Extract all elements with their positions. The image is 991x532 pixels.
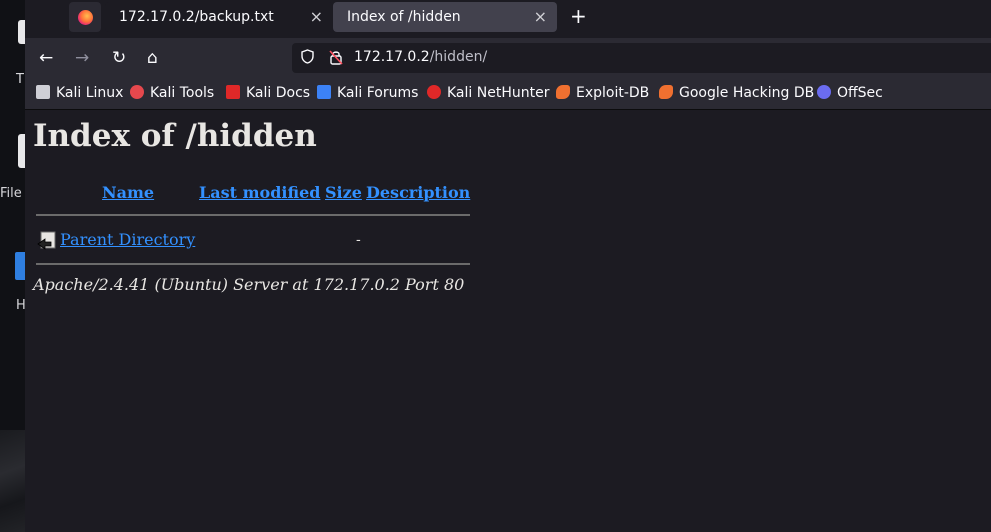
column-last-modified-header[interactable]: Last modified xyxy=(199,183,320,202)
desktop-label-trash: T xyxy=(16,72,24,87)
tab-backup-txt[interactable]: 172.17.0.2/backup.txt × xyxy=(105,2,333,32)
bookmark-kali-docs[interactable]: Kali Docs xyxy=(226,85,310,101)
nethunter-icon xyxy=(427,85,441,99)
bookmark-offsec[interactable]: OffSec xyxy=(817,85,883,101)
close-icon[interactable]: × xyxy=(534,7,547,26)
bookmark-label: Kali Linux xyxy=(56,85,124,101)
browser-window: 172.17.0.2/backup.txt × Index of /hidden… xyxy=(25,0,991,532)
insecure-lock-icon[interactable] xyxy=(329,49,343,65)
close-icon[interactable]: × xyxy=(310,7,323,26)
column-description-header[interactable]: Description xyxy=(366,183,470,202)
bookmark-label: Kali Tools xyxy=(150,85,215,101)
bookmark-label: Kali Docs xyxy=(246,85,311,101)
bookmark-exploit-db[interactable]: Exploit-DB xyxy=(556,85,649,101)
bookmark-google-hacking-db[interactable]: Google Hacking DB xyxy=(659,85,814,101)
bookmark-label: OffSec xyxy=(837,85,883,101)
tab-label: 172.17.0.2/backup.txt xyxy=(119,9,274,25)
page-content: Index of /hidden Name Last modified Size… xyxy=(25,110,991,532)
wallpaper-dragon xyxy=(0,430,25,532)
kali-dragon-icon xyxy=(36,85,50,99)
bookmark-kali-linux[interactable]: Kali Linux xyxy=(36,85,123,101)
table-divider xyxy=(36,263,470,265)
page-title: Index of /hidden xyxy=(33,118,317,154)
bookmarks-toolbar: Kali Linux Kali Tools Kali Docs Kali For… xyxy=(25,78,991,110)
exploit-db-icon xyxy=(556,85,570,99)
address-bar[interactable]: 172.17.0.2/hidden/ xyxy=(292,43,991,73)
column-name-header[interactable]: Name xyxy=(102,183,154,202)
firefox-view-button[interactable] xyxy=(69,2,101,32)
desktop-strip: T File H xyxy=(0,0,26,532)
parent-size-value: - xyxy=(356,232,361,248)
bookmark-label: Exploit-DB xyxy=(576,85,650,101)
url-host: 172.17.0.2 xyxy=(354,49,430,65)
bookmark-label: Google Hacking DB xyxy=(679,85,815,101)
bookmark-label: Kali Forums xyxy=(337,85,419,101)
parent-directory-icon xyxy=(37,231,56,250)
bookmark-label: Kali NetHunter xyxy=(447,85,550,101)
bookmark-kali-nethunter[interactable]: Kali NetHunter xyxy=(427,85,549,101)
tracking-shield-icon[interactable] xyxy=(301,49,314,64)
back-button[interactable]: ← xyxy=(39,48,53,68)
kali-forums-icon xyxy=(317,85,331,99)
bookmark-kali-tools[interactable]: Kali Tools xyxy=(130,85,214,101)
forward-button[interactable]: → xyxy=(75,48,89,68)
kali-docs-icon xyxy=(226,85,240,99)
offsec-icon xyxy=(817,85,831,99)
table-divider xyxy=(36,214,470,216)
tab-bar: 172.17.0.2/backup.txt × Index of /hidden… xyxy=(25,0,991,38)
firefox-icon xyxy=(78,10,93,25)
ghdb-icon xyxy=(659,85,673,99)
desktop-label-file-system: File xyxy=(0,186,22,201)
column-size-header[interactable]: Size xyxy=(325,183,362,202)
tab-label: Index of /hidden xyxy=(347,9,461,25)
file-system-icon[interactable] xyxy=(18,134,25,168)
new-tab-button[interactable]: + xyxy=(570,4,587,28)
server-signature: Apache/2.4.41 (Ubuntu) Server at 172.17.… xyxy=(33,275,465,294)
tab-index-hidden[interactable]: Index of /hidden × xyxy=(333,2,557,32)
reload-button[interactable]: ↻ xyxy=(112,48,126,68)
trash-icon[interactable] xyxy=(18,20,25,44)
url-path: /hidden/ xyxy=(429,49,488,65)
kali-tools-icon xyxy=(130,85,144,99)
parent-directory-link[interactable]: Parent Directory xyxy=(60,230,195,249)
navigation-bar: ← → ↻ ⌂ 172.17.0.2/hidden/ xyxy=(25,38,991,78)
home-button[interactable]: ⌂ xyxy=(147,48,158,68)
home-folder-icon[interactable] xyxy=(15,252,25,280)
url-text[interactable]: 172.17.0.2/hidden/ xyxy=(354,49,487,65)
bookmark-kali-forums[interactable]: Kali Forums xyxy=(317,85,418,101)
